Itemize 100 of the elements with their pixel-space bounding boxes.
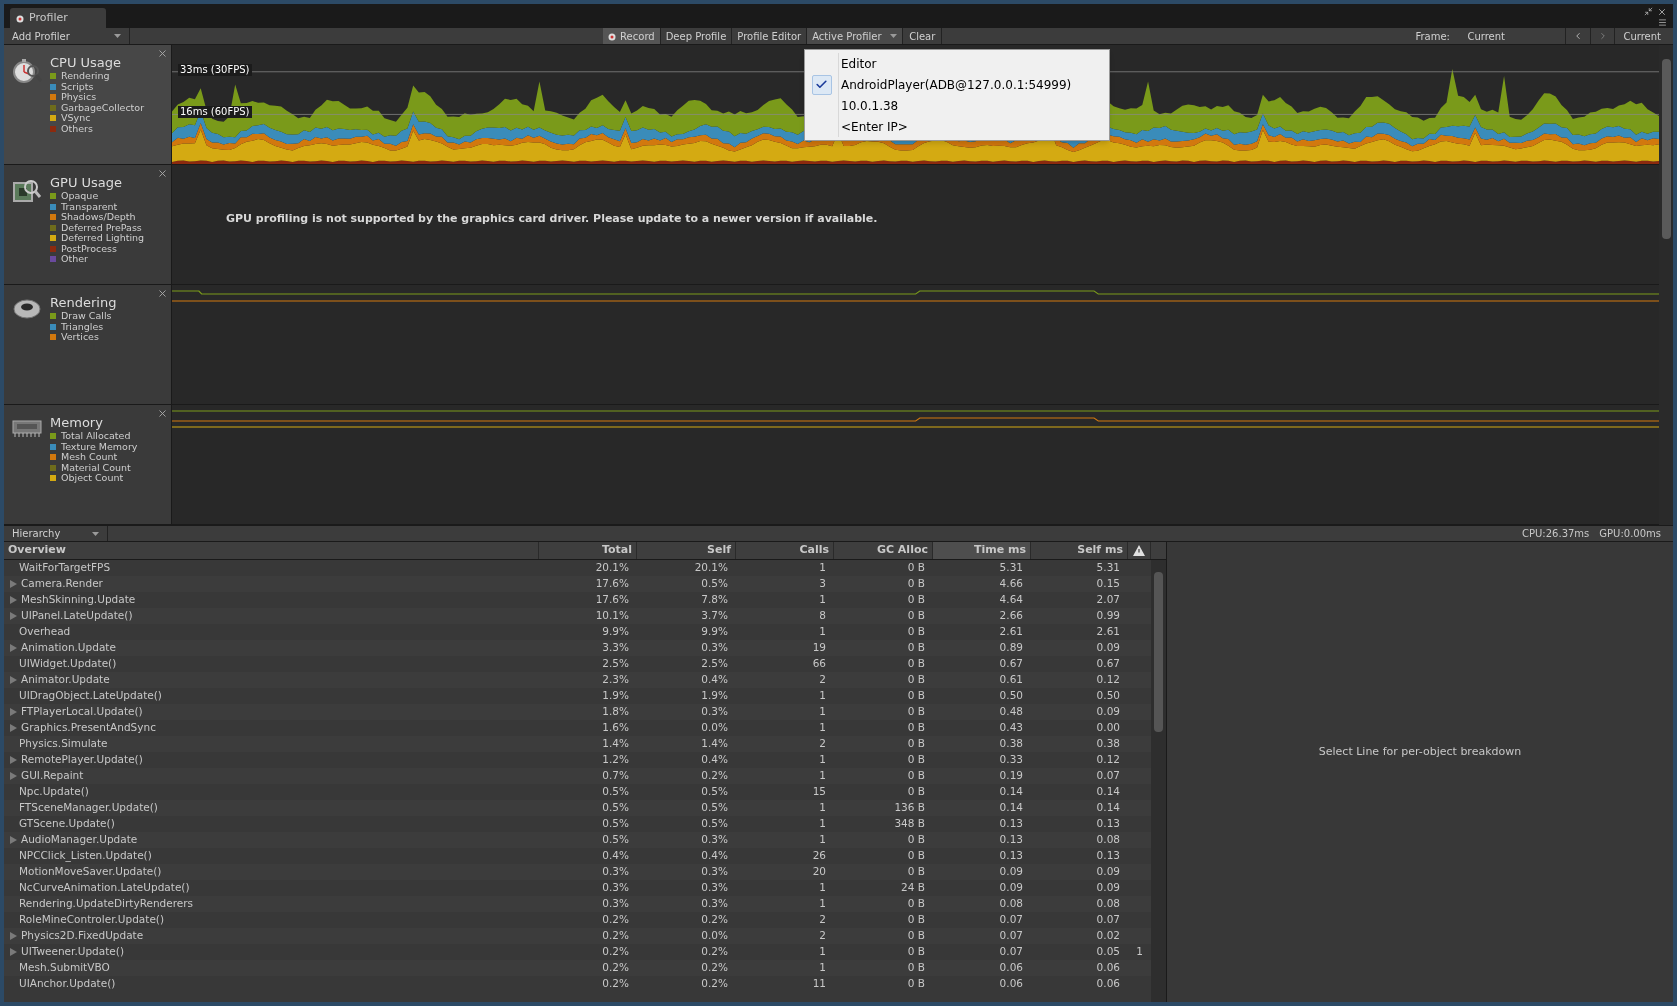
hierarchy-row[interactable]: GUI.Repaint 0.7% 0.2% 1 0 B 0.19 0.07 — [4, 768, 1151, 784]
table-cell-text: 1.4% — [601, 736, 630, 752]
stopwatch-icon — [12, 57, 42, 85]
legend-label: Vertices — [61, 332, 99, 343]
function-name: UIPanel.LateUpdate() — [21, 608, 133, 624]
function-name: Animator.Update — [21, 672, 110, 688]
hierarchy-row[interactable]: FTSceneManager.Update() 0.5% 0.5% 1 136 B 0.14 0.14 — [4, 800, 1151, 816]
legend-label: Deferred PrePass — [61, 222, 142, 233]
hierarchy-row[interactable]: UIPanel.LateUpdate() 10.1% 3.7% 8 0 B 2.66 0.99 — [4, 608, 1151, 624]
table-cell-text: 2.5% — [601, 656, 630, 672]
table-cell-text: 0.3% — [601, 896, 630, 912]
table-cell-text: 1 — [818, 800, 827, 816]
close-icon[interactable] — [157, 168, 168, 179]
legend-label: Others — [61, 123, 93, 134]
function-name: MotionMoveSaver.Update() — [19, 864, 162, 880]
table-cell-text: 0 B — [906, 608, 926, 624]
function-name: RemotePlayer.Update() — [21, 752, 143, 768]
toolbar-toggle[interactable]: Record — [603, 28, 661, 44]
hierarchy-row[interactable]: MotionMoveSaver.Update() 0.3% 0.3% 20 0 B 0.09 0.09 — [4, 864, 1151, 880]
next-frame-button[interactable] — [1590, 28, 1616, 44]
expand-arrow-icon[interactable] — [10, 644, 17, 652]
vertical-scrollbar[interactable] — [1151, 560, 1166, 1002]
table-cell-text: 0.09 — [1095, 640, 1121, 656]
profiler-area-panel[interactable]: GPU Usage Opaque Transparent Shadows/Depth Deferred PrePass Deferred Lighting PostProcess Other — [4, 165, 172, 284]
table-cell-text: 0.3% — [700, 704, 729, 720]
table-cell-text: 0.07 — [1095, 912, 1121, 928]
legend-label: Scripts — [61, 81, 94, 92]
hierarchy-row[interactable]: Mesh.SubmitVBO 0.2% 0.2% 1 0 B 0.06 0.06 — [4, 960, 1151, 976]
table-cell-text: 0.08 — [1095, 832, 1121, 848]
menu-item[interactable]: <Enter IP> — [805, 116, 1109, 137]
hierarchy-row[interactable]: Camera.Render 17.6% 0.5% 3 0 B 4.66 0.15 — [4, 576, 1151, 592]
view-dropdown[interactable]: Hierarchy — [4, 526, 108, 541]
table-cell-text: 0.14 — [998, 784, 1024, 800]
current-frame-button[interactable]: Current — [1615, 28, 1669, 44]
table-cell-text: 136 B — [893, 800, 926, 816]
legend-label: Material Count — [61, 462, 131, 473]
maximize-icon[interactable] — [1644, 7, 1653, 16]
table-cell-text: 0.5% — [700, 816, 729, 832]
frame-value: Current — [1467, 29, 1506, 44]
close-icon[interactable] — [157, 288, 168, 299]
menu-item[interactable]: Editor — [805, 53, 1109, 74]
table-cell-text: 0.14 — [998, 800, 1024, 816]
table-cell-text: 17.6% — [594, 592, 630, 608]
hierarchy-row[interactable]: FTPlayerLocal.Update() 1.8% 0.3% 1 0 B 0.48 0.09 — [4, 704, 1151, 720]
legend-label: Triangles — [61, 321, 104, 332]
legend-label: Texture Memory — [61, 441, 138, 452]
close-icon[interactable] — [157, 48, 168, 59]
table-cell-text: 0.4% — [601, 848, 630, 864]
table-cell-text: 0.0% — [700, 720, 729, 736]
legend-label: Shadows/Depth — [61, 212, 136, 223]
table-cell-text: 0 B — [906, 688, 926, 704]
expand-arrow-icon[interactable] — [10, 836, 17, 844]
table-cell-text: 20 — [811, 864, 827, 880]
table-cell-text: 11 — [811, 976, 827, 992]
expand-arrow-icon[interactable] — [10, 676, 17, 684]
table-cell-text: 0 B — [906, 768, 926, 784]
table-cell-text: 0.33 — [998, 752, 1024, 768]
close-icon[interactable] — [157, 408, 168, 419]
add-profiler-dropdown[interactable]: Add Profiler — [4, 28, 130, 44]
hierarchy-row[interactable]: Physics.Simulate 1.4% 1.4% 2 0 B 0.38 0.38 — [4, 736, 1151, 752]
hierarchy-row[interactable]: Rendering.UpdateDirtyRenderers 0.3% 0.3% 1 0 B 0.08 0.08 — [4, 896, 1151, 912]
function-name: Npc.Update() — [19, 784, 89, 800]
function-name: RoleMineControler.Update() — [19, 912, 165, 928]
table-cell-text: 5.31 — [1095, 560, 1121, 576]
window-tab[interactable]: Profiler — [10, 8, 106, 28]
function-name: NcCurveAnimation.LateUpdate() — [19, 880, 190, 896]
table-cell-text: 0.3% — [601, 864, 630, 880]
active-profiler-dropdown[interactable]: Active Profiler — [807, 28, 904, 44]
menu-item[interactable]: AndroidPlayer(ADB@127.0.0.1:54999) — [805, 74, 1109, 95]
hierarchy-row[interactable]: Animation.Update 3.3% 0.3% 19 0 B 0.89 0.09 — [4, 640, 1151, 656]
close-icon[interactable] — [1657, 7, 1667, 17]
hierarchy-row[interactable]: Physics2D.FixedUpdate 0.2% 0.0% 2 0 B 0.07 0.02 — [4, 928, 1151, 944]
table-cell-text: 2.61 — [1095, 624, 1121, 640]
function-name: AudioManager.Update — [21, 832, 138, 848]
table-cell-text: 2.3% — [601, 672, 630, 688]
table-cell-text: 1 — [818, 896, 827, 912]
table-cell-text: 0 B — [906, 624, 926, 640]
function-name: Graphics.PresentAndSync — [21, 720, 156, 736]
profiler-area-panel[interactable]: Rendering Draw Calls Triangles Vertices — [4, 285, 172, 404]
table-cell-text: 0.06 — [1095, 976, 1121, 992]
table-cell-text: 2 — [818, 912, 827, 928]
table-cell-text: 0 B — [906, 912, 926, 928]
table-cell-text: 0 B — [906, 720, 926, 736]
table-cell-text: 9.9% — [700, 624, 729, 640]
cpu-time: CPU:26.37ms — [1522, 527, 1590, 541]
vertical-scrollbar[interactable] — [1659, 45, 1673, 525]
clear-button[interactable]: Clear — [903, 28, 943, 44]
table-cell-text: 7.8% — [700, 592, 729, 608]
hierarchy-row[interactable]: Animator.Update 2.3% 0.4% 2 0 B 0.61 0.12 — [4, 672, 1151, 688]
profiler-area-panel[interactable]: CPU Usage Rendering Scripts Physics GarbageCollector VSync Others — [4, 45, 172, 164]
table-cell-text: 20.1% — [594, 560, 630, 576]
hierarchy-row[interactable]: AudioManager.Update 0.5% 0.3% 1 0 B 0.13 0.08 — [4, 832, 1151, 848]
menu-icon[interactable] — [1658, 18, 1667, 27]
profiler-area-panel[interactable]: Memory Total Allocated Texture Memory Mesh Count Material Count Object Count — [4, 405, 172, 524]
column-header[interactable]: Time ms — [933, 542, 1031, 559]
menu-item[interactable]: 10.0.1.38 — [805, 95, 1109, 116]
chart-label: 33ms (30FPS) — [178, 64, 252, 76]
function-name: Overhead — [19, 624, 71, 640]
table-cell-text: 0.02 — [1095, 928, 1121, 944]
record-icon — [608, 31, 617, 41]
